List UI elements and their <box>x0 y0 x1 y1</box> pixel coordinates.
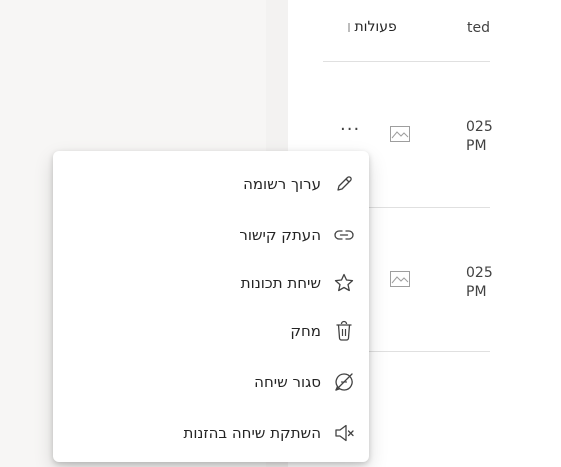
row-date-line2: PM <box>466 138 487 154</box>
menu-item-label: העתק קישור <box>239 226 321 244</box>
row-date-line1: 025 <box>466 119 493 135</box>
mute-speaker-icon <box>333 422 355 444</box>
more-actions-button[interactable]: ··· <box>340 121 362 140</box>
menu-item-label: סגור שיחה <box>254 373 321 391</box>
column-resize-handle[interactable] <box>348 22 350 32</box>
menu-item-label: מחק <box>290 322 321 340</box>
column-header-actions[interactable]: פעולות <box>345 19 397 35</box>
column-header-created[interactable]: ted <box>467 20 490 36</box>
pencil-icon <box>333 173 355 195</box>
menu-item-label: השתקת שיחה בהזנות <box>183 424 321 442</box>
trash-icon <box>333 320 355 342</box>
app-stage: פעולות ted ··· 025 PM 025 PM ערוך רשומה … <box>0 0 561 467</box>
menu-item-label: ערוך רשומה <box>243 175 321 193</box>
header-divider <box>323 61 490 62</box>
row-date-line2: PM <box>466 284 487 300</box>
star-icon <box>333 272 355 294</box>
menu-item-label: שיחת תכונות <box>240 274 321 292</box>
menu-item-edit-record[interactable]: ערוך רשומה <box>243 168 355 200</box>
menu-item-mute-chat[interactable]: השתקת שיחה בהזנות <box>183 417 355 449</box>
menu-item-copy-link[interactable]: העתק קישור <box>239 219 355 251</box>
row-date-line1: 025 <box>466 265 493 281</box>
link-icon <box>333 224 355 246</box>
close-chat-icon <box>333 371 355 393</box>
image-icon[interactable] <box>389 125 411 143</box>
background-right <box>490 0 561 467</box>
menu-item-delete[interactable]: מחק <box>290 315 355 347</box>
menu-item-feature-chat[interactable]: שיחת תכונות <box>241 267 355 299</box>
menu-item-close-chat[interactable]: סגור שיחה <box>254 366 355 398</box>
image-icon[interactable] <box>389 270 411 288</box>
context-menu: ערוך רשומה העתק קישור שיחת תכונות מחק סג… <box>53 151 369 462</box>
column-header-actions-label: פעולות <box>354 19 397 35</box>
